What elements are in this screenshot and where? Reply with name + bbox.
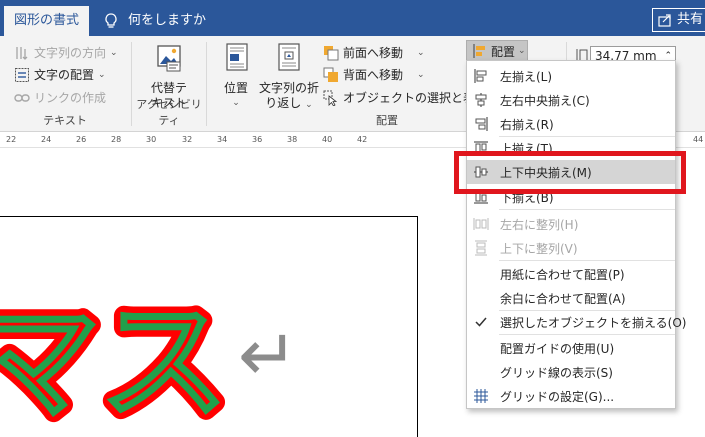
align-dropdown-label: 配置 <box>491 44 516 59</box>
ruler-number: 40 <box>322 135 333 144</box>
text-align-label: 文字の配置 <box>34 68 95 82</box>
chevron-down-icon: ⌄ <box>98 69 106 80</box>
align-menu-item[interactable]: 左右中央揃え(C) <box>467 88 675 112</box>
chevron-down-icon: ⌄ <box>110 47 118 58</box>
align-menu-item[interactable]: グリッド線の表示(S) <box>467 360 675 384</box>
ruler-number: 28 <box>111 135 122 144</box>
ruler-number: 24 <box>41 135 52 144</box>
text-group-label: テキスト <box>43 114 87 127</box>
align-center-icon <box>475 93 487 107</box>
distribute-vertical-icon <box>475 240 487 256</box>
alt-text-label-line1: 代替テ <box>150 81 187 95</box>
ruler-number: 38 <box>287 135 298 144</box>
selection-pane-icon <box>323 90 338 106</box>
align-menu-item[interactable]: グリッドの設定(G)... <box>467 384 675 408</box>
bring-forward-button[interactable]: 前面へ移動 ⌄ <box>323 44 425 61</box>
send-backward-button[interactable]: 背面へ移動 ⌄ <box>323 66 425 83</box>
text-align-icon <box>15 67 29 82</box>
text-direction-label: 文字列の方向 <box>34 46 107 60</box>
align-dropdown-button[interactable]: 配置 ⌄ <box>466 40 528 62</box>
align-menu-item: 上下に整列(V) <box>467 236 675 260</box>
align-menu-item-label: 左右中央揃え(C) <box>500 94 590 108</box>
wrap-text-button[interactable]: 文字列の折 り返し ⌄ <box>257 42 321 113</box>
align-icon <box>473 44 485 58</box>
ribbon-tab-bar: 図形の書式 何をしますか 共有 <box>0 0 705 36</box>
create-link-label: リンクの作成 <box>34 91 107 105</box>
chevron-down-icon: ⌄ <box>417 69 425 80</box>
align-menu-item-label: 左揃え(L) <box>500 70 553 84</box>
align-menu-item[interactable]: 選択したオブジェクトを揃える(O) <box>467 310 686 334</box>
position-label: 位置 <box>223 81 248 95</box>
share-button[interactable]: 共有 <box>652 8 705 32</box>
ruler-number: 26 <box>76 135 87 144</box>
chevron-down-icon: ⌄ <box>232 98 240 108</box>
wrap-text-label-line1: 文字列の折 <box>258 81 319 95</box>
text-group: 文字列の方向 ⌄ 文字の配置 ⌄ リンクの作成 テキスト <box>0 36 130 132</box>
align-menu-item-label: グリッド線の表示(S) <box>500 366 613 380</box>
align-left-icon <box>474 69 487 83</box>
wrap-text-label-line2: り返し ⌄ <box>265 96 313 110</box>
bring-forward-icon <box>324 45 339 60</box>
tab-shape-format[interactable]: 図形の書式 <box>4 6 89 36</box>
align-menu-item[interactable]: 右揃え(R) <box>467 112 675 136</box>
distribute-horizontal-icon <box>473 218 489 230</box>
wordart-shape[interactable]: マス マス ↵ <box>0 288 330 423</box>
send-backward-icon <box>323 67 338 82</box>
tell-me-search[interactable]: 何をしますか <box>104 6 206 36</box>
tell-me-label: 何をしますか <box>128 13 207 28</box>
align-menu-item[interactable]: 配置ガイドの使用(U) <box>467 336 675 360</box>
align-menu-item[interactable]: 用紙に合わせて配置(P) <box>467 262 675 286</box>
checkmark-icon <box>475 317 487 327</box>
align-menu-item-label: 右揃え(R) <box>500 118 554 132</box>
align-menu-item-label: グリッドの設定(G)... <box>500 390 615 404</box>
align-menu-item-label: 左右に整列(H) <box>500 218 579 232</box>
menu-separator <box>499 209 675 210</box>
ruler-number: 30 <box>146 135 157 144</box>
ruler-number: 42 <box>357 135 368 144</box>
text-direction-icon <box>16 46 28 60</box>
align-menu-item-label: 上下に整列(V) <box>500 242 578 256</box>
wordart-text: マス <box>0 288 228 423</box>
paragraph-return-mark: ↵ <box>238 313 298 397</box>
share-icon <box>658 14 671 27</box>
text-direction-button[interactable]: 文字列の方向 ⌄ <box>14 44 118 61</box>
chevron-down-icon: ⌄ <box>417 47 425 58</box>
align-menu-item-label: 余白に合わせて配置(A) <box>500 292 626 306</box>
align-menu-item-label: 用紙に合わせて配置(P) <box>500 268 625 282</box>
align-menu-item-label: 配置ガイドの使用(U) <box>500 342 615 356</box>
ruler-number: 22 <box>6 135 17 144</box>
link-icon <box>14 93 30 102</box>
position-button[interactable]: 位置 ⌄ <box>221 42 251 111</box>
align-menu-item: 左右に整列(H) <box>467 212 675 236</box>
chevron-down-icon: ⌄ <box>518 46 526 56</box>
send-backward-label: 背面へ移動 <box>343 68 404 82</box>
align-right-icon <box>475 117 488 131</box>
share-label: 共有 <box>677 12 704 27</box>
align-menu-item[interactable]: 左揃え(L) <box>467 64 675 88</box>
align-menu-item-label: 選択したオブジェクトを揃える(O) <box>500 316 687 330</box>
selection-pane-button[interactable]: オブジェクトの選択と表示 <box>323 89 487 106</box>
bring-forward-label: 前面へ移動 <box>343 46 404 60</box>
align-menu-item[interactable]: 余白に合わせて配置(A) <box>467 286 675 310</box>
text-align-button[interactable]: 文字の配置 ⌄ <box>14 66 106 83</box>
grid-icon <box>474 389 488 403</box>
accessibility-group: 代替テ キスト アクセシビリティ <box>132 36 206 132</box>
menu-separator <box>499 260 675 261</box>
alt-text-icon <box>157 45 181 72</box>
align-dropdown-menu: 左揃え(L) 左右中央揃え(C) 右揃え(R) 上揃え(T) 上下中央揃え(M) 下揃え(… <box>466 60 686 409</box>
wrap-text-icon <box>278 43 300 71</box>
ruler-number: 32 <box>182 135 193 144</box>
menu-separator <box>499 334 675 335</box>
lightbulb-icon <box>105 13 117 28</box>
accessibility-group-label: アクセシビリティ <box>136 98 202 127</box>
ruler-number: 44 <box>693 135 704 144</box>
create-link-button[interactable]: リンクの作成 <box>14 89 106 106</box>
highlight-annotation-box <box>454 151 686 194</box>
position-icon <box>226 43 248 71</box>
ruler-number: 34 <box>217 135 228 144</box>
ruler-number: 36 <box>252 135 263 144</box>
